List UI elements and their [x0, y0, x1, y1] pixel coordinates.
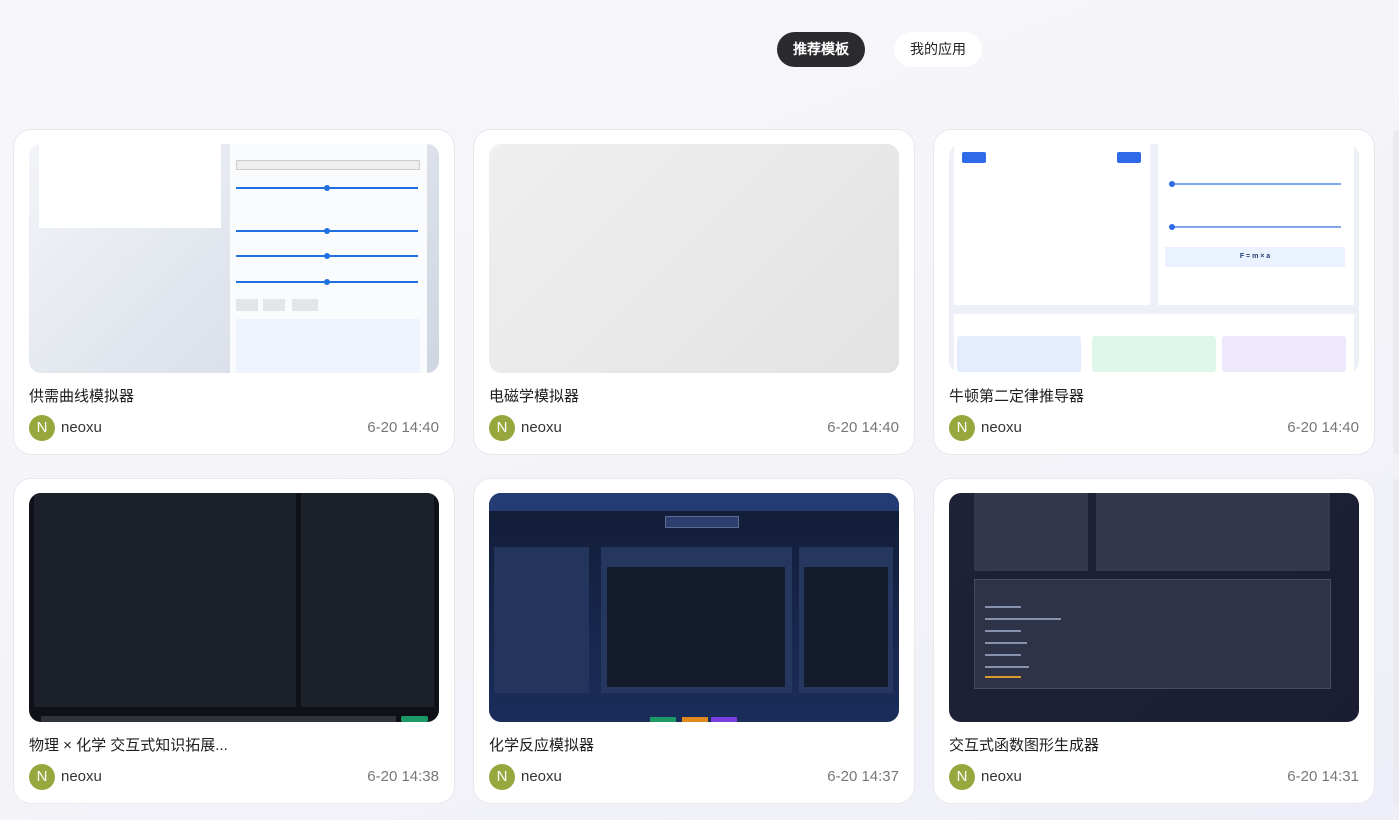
template-card[interactable]: 化学反应模拟器 N neoxu 6-20 14:37: [473, 478, 915, 804]
card-title: 物理 × 化学 交互式知识拓展...: [29, 737, 228, 754]
next-card-edge: [1393, 478, 1399, 804]
next-card-edge: [1393, 129, 1399, 455]
card-title: 牛顿第二定律推导器: [949, 388, 1085, 405]
avatar: N: [949, 415, 975, 441]
formula-label: F = m × a: [1165, 247, 1345, 267]
template-card[interactable]: 供需曲线模拟器 N neoxu 6-20 14:40: [13, 129, 455, 455]
tab-my-apps[interactable]: 我的应用: [894, 32, 982, 67]
tab-recommended-templates[interactable]: 推荐模板: [777, 32, 865, 67]
updated-time: 6-20 14:31: [1287, 768, 1359, 785]
template-tabs: 推荐模板 我的应用: [777, 32, 982, 67]
updated-time: 6-20 14:40: [1287, 419, 1359, 436]
template-thumbnail: [949, 493, 1359, 722]
template-thumbnail: [489, 493, 899, 722]
updated-time: 6-20 14:37: [827, 768, 899, 785]
updated-time: 6-20 14:40: [367, 419, 439, 436]
template-card[interactable]: 交互式函数图形生成器 N neoxu 6-20 14:31: [933, 478, 1375, 804]
avatar: N: [29, 415, 55, 441]
card-title: 化学反应模拟器: [489, 737, 595, 754]
avatar: N: [489, 764, 515, 790]
author-name: neoxu: [521, 419, 562, 436]
template-thumbnail: [29, 144, 439, 373]
card-title: 供需曲线模拟器: [29, 388, 135, 405]
card-title: 交互式函数图形生成器: [949, 737, 1100, 754]
template-thumbnail: [489, 144, 899, 373]
author-name: neoxu: [981, 419, 1022, 436]
template-card[interactable]: F = m × a 牛顿第二定律推导器 N neoxu 6-20 14:40: [933, 129, 1375, 455]
avatar: N: [489, 415, 515, 441]
author-name: neoxu: [61, 419, 102, 436]
updated-time: 6-20 14:40: [827, 419, 899, 436]
author-name: neoxu: [521, 768, 562, 785]
template-card[interactable]: 电磁学模拟器 N neoxu 6-20 14:40: [473, 129, 915, 455]
template-thumbnail: [29, 493, 439, 722]
author-name: neoxu: [61, 768, 102, 785]
template-card[interactable]: 物理 × 化学 交互式知识拓展... N neoxu 6-20 14:38: [13, 478, 455, 804]
author-name: neoxu: [981, 768, 1022, 785]
avatar: N: [29, 764, 55, 790]
card-title: 电磁学模拟器: [489, 388, 580, 405]
updated-time: 6-20 14:38: [367, 768, 439, 785]
avatar: N: [949, 764, 975, 790]
template-thumbnail: F = m × a: [949, 144, 1359, 373]
